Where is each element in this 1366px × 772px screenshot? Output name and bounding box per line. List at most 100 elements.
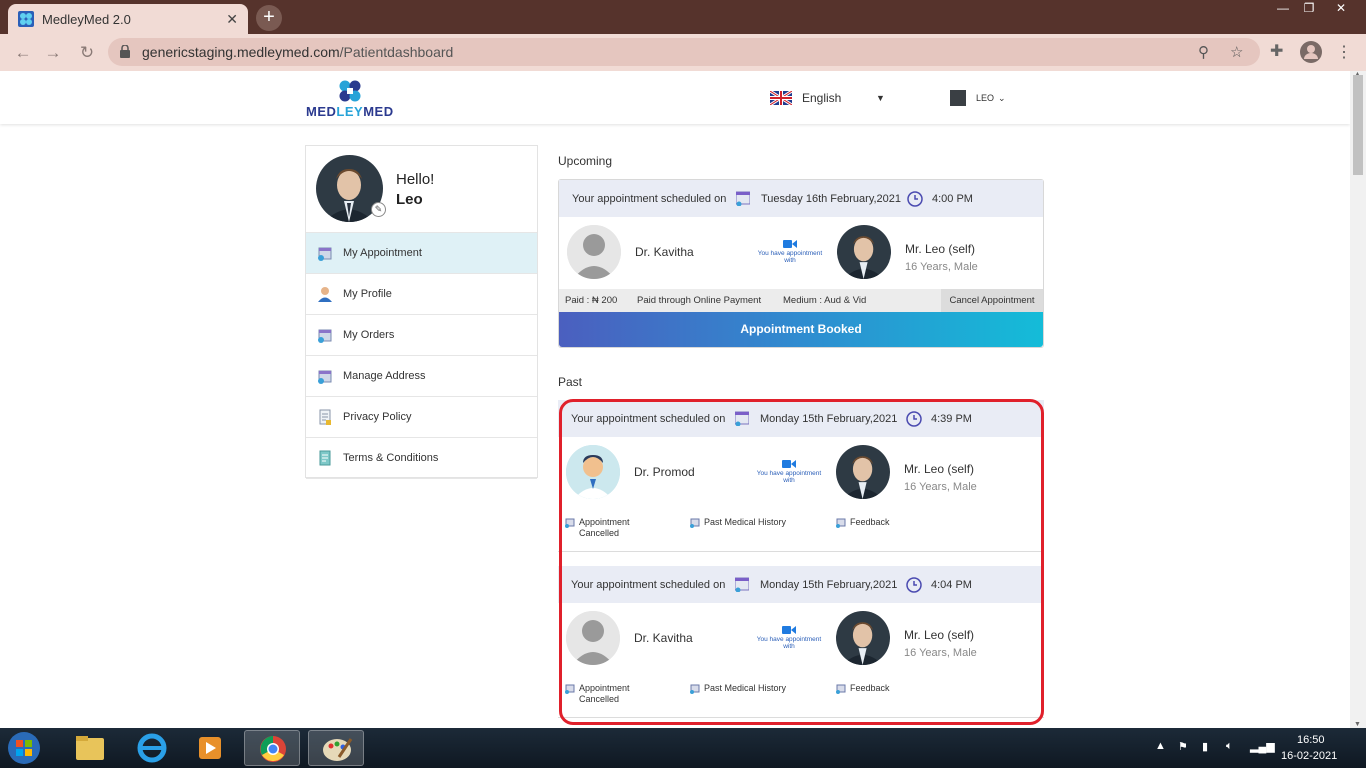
doctor-avatar	[566, 611, 620, 665]
clock-icon	[907, 191, 923, 207]
logo-text-part2: LEY	[336, 104, 364, 119]
volume-icon[interactable]: 🔈︎	[1226, 740, 1233, 753]
history-label: Past Medical History	[704, 517, 787, 527]
appointment-actions: Appointment Cancelled Past Medical Histor…	[558, 509, 1044, 542]
patient-meta: 16 Years, Male	[904, 647, 977, 659]
video-camera-icon	[782, 460, 796, 468]
sidebar-item-label: Terms & Conditions	[343, 452, 439, 464]
past-medical-history-link[interactable]: Past Medical History	[690, 517, 786, 528]
video-consult-text: You have appointment with	[756, 636, 822, 650]
patient-name: Mr. Leo (self)	[904, 628, 975, 642]
network-signal-icon[interactable]: ▂▄▆	[1250, 740, 1275, 753]
action-center-flag-icon[interactable]: ⚑	[1178, 740, 1188, 753]
scheduled-label: Your appointment scheduled on	[572, 192, 727, 205]
sidebar-item-my-profile[interactable]: My Profile	[306, 274, 537, 315]
video-consult-text: You have appointment with	[756, 470, 822, 484]
past-medical-history-link[interactable]: Past Medical History	[690, 683, 786, 694]
page-scrollbar[interactable]: ▲ ▼	[1350, 71, 1366, 728]
sidebar-item-my-orders[interactable]: My Orders	[306, 315, 537, 356]
video-consult-indicator: You have appointment with	[754, 625, 824, 650]
forward-arrow-icon[interactable]: →	[42, 42, 64, 64]
extensions-puzzle-icon[interactable]: ✚	[1270, 41, 1283, 61]
tab-title: MedleyMed 2.0	[42, 11, 131, 27]
reload-icon[interactable]: ↻	[76, 42, 98, 64]
window-close-button[interactable]: ✕	[1326, 0, 1356, 18]
calendar-icon	[736, 191, 750, 206]
status-calendar-icon	[565, 684, 575, 694]
sidebar-item-label: Manage Address	[343, 370, 426, 382]
history-calendar-icon	[690, 518, 700, 528]
video-camera-icon	[782, 626, 796, 634]
appointment-date: Monday 15th February,2021	[760, 578, 898, 591]
appointment-body: Dr. Kavitha You have appointment with Mr…	[558, 603, 1044, 675]
chrome-taskbar-icon[interactable]	[244, 730, 300, 766]
sidebar: ✎ Hello! Leo My Appointment My Profile M…	[305, 145, 538, 479]
language-selector[interactable]: English ▼	[770, 91, 885, 105]
calendar-icon	[318, 247, 332, 261]
power-battery-icon[interactable]: ▮	[1202, 740, 1208, 753]
new-tab-button[interactable]: +	[256, 5, 282, 31]
language-caret-icon[interactable]: ▼	[876, 93, 885, 103]
video-consult-indicator: You have appointment with	[754, 459, 824, 484]
appointment-status-bar[interactable]: Appointment Booked	[559, 312, 1043, 347]
calendar-icon	[735, 577, 749, 592]
medleymed-logo[interactable]: MEDLEYMED	[306, 80, 398, 119]
media-player-taskbar-icon[interactable]	[182, 730, 238, 766]
show-hidden-icons[interactable]: ▲	[1155, 740, 1166, 752]
lock-icon	[120, 45, 130, 58]
back-arrow-icon[interactable]: ←	[12, 42, 34, 64]
status-calendar-icon	[565, 518, 575, 528]
address-calendar-icon	[318, 370, 332, 384]
logo-text: MEDLEYMED	[306, 104, 394, 119]
zoom-icon[interactable]: ⚲	[1198, 43, 1209, 61]
status-badge: Appointment Cancelled	[565, 683, 630, 705]
taskbar-clock-time[interactable]: 16:50	[1297, 734, 1325, 746]
patient-meta: 16 Years, Male	[905, 261, 978, 273]
taskbar-clock-date[interactable]: 16-02-2021	[1281, 750, 1337, 762]
doctor-name: Dr. Kavitha	[634, 631, 693, 645]
sidebar-item-manage-address[interactable]: Manage Address	[306, 356, 537, 397]
patient-name: Mr. Leo (self)	[905, 242, 976, 256]
past-appointment-card: Your appointment scheduled on Monday 15t…	[558, 400, 1044, 552]
address-bar[interactable]: genericstaging.medleymed.com/Patientdash…	[108, 38, 1260, 66]
appointment-header: Your appointment scheduled on Tuesday 16…	[559, 180, 1043, 217]
scrollbar-thumb[interactable]	[1353, 75, 1363, 175]
chevron-down-icon[interactable]: ⌄	[998, 93, 1006, 104]
windows-taskbar: ▲ ⚑ ▮ 🔈︎ ▂▄▆ 16:50 16-02-2021	[0, 728, 1366, 768]
bookmark-star-icon[interactable]: ☆	[1230, 43, 1243, 61]
user-menu[interactable]: LEO ⌄	[950, 90, 1006, 106]
sidebar-item-privacy-policy[interactable]: Privacy Policy	[306, 397, 537, 438]
feedback-calendar-icon	[836, 518, 846, 528]
profile-name: Leo	[396, 191, 423, 208]
feedback-link[interactable]: Feedback	[836, 683, 890, 694]
terms-document-icon	[319, 450, 331, 466]
tab-close-icon[interactable]: ✕	[226, 11, 238, 28]
browser-tab[interactable]: MedleyMed 2.0 ✕	[8, 4, 248, 34]
sidebar-item-my-appointment[interactable]: My Appointment	[306, 233, 537, 274]
language-label: English	[802, 91, 842, 105]
file-explorer-taskbar-icon[interactable]	[62, 730, 118, 766]
profile-account-icon[interactable]	[1300, 41, 1322, 63]
feedback-link[interactable]: Feedback	[836, 517, 890, 528]
uk-flag-icon	[770, 91, 792, 105]
calendar-icon	[735, 411, 749, 426]
paint-taskbar-icon[interactable]	[308, 730, 364, 766]
page-content: MEDLEYMED English ▼ LEO ⌄ ✎ Hello! Leo M…	[0, 71, 1350, 728]
sidebar-item-terms-conditions[interactable]: Terms & Conditions	[306, 438, 537, 479]
internet-explorer-taskbar-icon[interactable]	[124, 730, 180, 766]
orders-calendar-icon	[318, 329, 332, 343]
upcoming-heading: Upcoming	[558, 154, 613, 168]
restore-button[interactable]: ❐	[1294, 0, 1324, 18]
edit-pencil-icon[interactable]: ✎	[371, 202, 386, 217]
cancel-appointment-button[interactable]: Cancel Appointment	[941, 289, 1043, 312]
user-profile-icon	[318, 287, 332, 302]
browser-menu-icon[interactable]: ⋮	[1336, 42, 1352, 62]
medleymed-favicon-icon	[18, 11, 34, 27]
doctor-avatar	[567, 225, 621, 279]
upcoming-appointment-card: Your appointment scheduled on Tuesday 16…	[558, 179, 1044, 348]
windows-start-icon[interactable]	[4, 730, 44, 766]
scroll-down-arrow-icon[interactable]: ▼	[1354, 721, 1361, 728]
user-name: LEO	[976, 93, 995, 103]
patient-meta: 16 Years, Male	[904, 481, 977, 493]
logo-text-part3: MED	[363, 104, 394, 119]
